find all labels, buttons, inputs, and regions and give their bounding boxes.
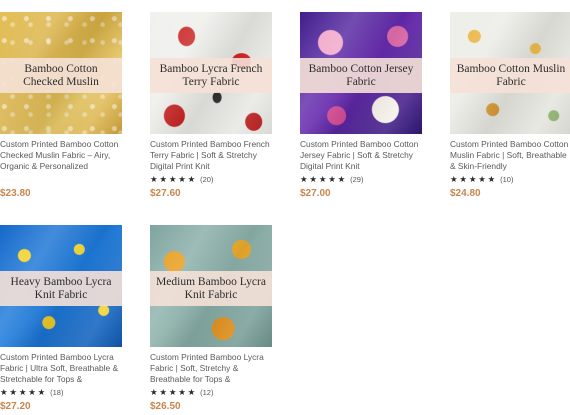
product-name-link[interactable]: Custom Printed Bamboo Cotton Jersey Fabr…: [300, 139, 424, 172]
product-price: $27.60: [150, 188, 181, 199]
product-image[interactable]: Bamboo Cotton Jersey Fabric: [300, 12, 422, 134]
product-image[interactable]: Bamboo Cotton Checked Muslin: [0, 12, 122, 134]
review-count: (18): [50, 388, 64, 397]
star-rating-icon: ★★★★★: [450, 174, 498, 184]
review-count: (10): [500, 175, 514, 184]
product-name-link[interactable]: Custom Printed Bamboo Lycra Fabric | Ult…: [0, 352, 124, 385]
image-label-banner: Bamboo Cotton Jersey Fabric: [300, 58, 422, 93]
review-count: (20): [200, 175, 214, 184]
product-card[interactable]: Bamboo Cotton Jersey Fabric Custom Print…: [300, 12, 424, 199]
review-count: (12): [200, 388, 214, 397]
product-image[interactable]: Heavy Bamboo Lycra Knit Fabric: [0, 225, 122, 347]
product-card[interactable]: Heavy Bamboo Lycra Knit Fabric Custom Pr…: [0, 225, 124, 412]
rating[interactable]: ★★★★★ (10): [450, 174, 570, 185]
product-name-link[interactable]: Custom Printed Bamboo Cotton Muslin Fabr…: [450, 139, 570, 172]
product-image[interactable]: Medium Bamboo Lycra Knit Fabric: [150, 225, 272, 347]
rating[interactable]: ★★★★★ (18): [0, 387, 124, 398]
image-label-banner: Medium Bamboo Lycra Knit Fabric: [150, 271, 272, 306]
product-name-link[interactable]: Custom Printed Bamboo Cotton Checked Mus…: [0, 139, 124, 172]
rating[interactable]: ★★★★★ (20): [150, 174, 274, 185]
product-card[interactable]: Bamboo Cotton Muslin Fabric Custom Print…: [450, 12, 570, 199]
image-label-banner: Bamboo Lycra French Terry Fabric: [150, 58, 272, 93]
rating: [0, 174, 124, 185]
product-name-link[interactable]: Custom Printed Bamboo French Terry Fabri…: [150, 139, 274, 172]
product-card[interactable]: Bamboo Cotton Checked Muslin Custom Prin…: [0, 12, 124, 199]
star-rating-icon: ★★★★★: [300, 174, 348, 184]
image-label-banner: Bamboo Cotton Muslin Fabric: [450, 58, 570, 93]
star-rating-icon: ★★★★★: [150, 387, 198, 397]
product-price: $24.80: [450, 188, 481, 199]
product-price: $27.20: [0, 401, 31, 412]
product-card[interactable]: Medium Bamboo Lycra Knit Fabric Custom P…: [150, 225, 274, 412]
product-price: $26.50: [150, 401, 181, 412]
rating[interactable]: ★★★★★ (12): [150, 387, 274, 398]
star-rating-icon: ★★★★★: [150, 174, 198, 184]
image-label-banner: Heavy Bamboo Lycra Knit Fabric: [0, 271, 122, 306]
rating[interactable]: ★★★★★ (29): [300, 174, 424, 185]
product-card[interactable]: Bamboo Lycra French Terry Fabric Custom …: [150, 12, 274, 199]
product-image[interactable]: Bamboo Cotton Muslin Fabric: [450, 12, 570, 134]
product-image[interactable]: Bamboo Lycra French Terry Fabric: [150, 12, 272, 134]
image-label-banner: Bamboo Cotton Checked Muslin: [0, 58, 122, 93]
product-price: $23.80: [0, 188, 31, 199]
product-name-link[interactable]: Custom Printed Bamboo Lycra Fabric | Sof…: [150, 352, 274, 385]
star-rating-icon: ★★★★★: [0, 387, 48, 397]
review-count: (29): [350, 175, 364, 184]
product-price: $27.00: [300, 188, 331, 199]
